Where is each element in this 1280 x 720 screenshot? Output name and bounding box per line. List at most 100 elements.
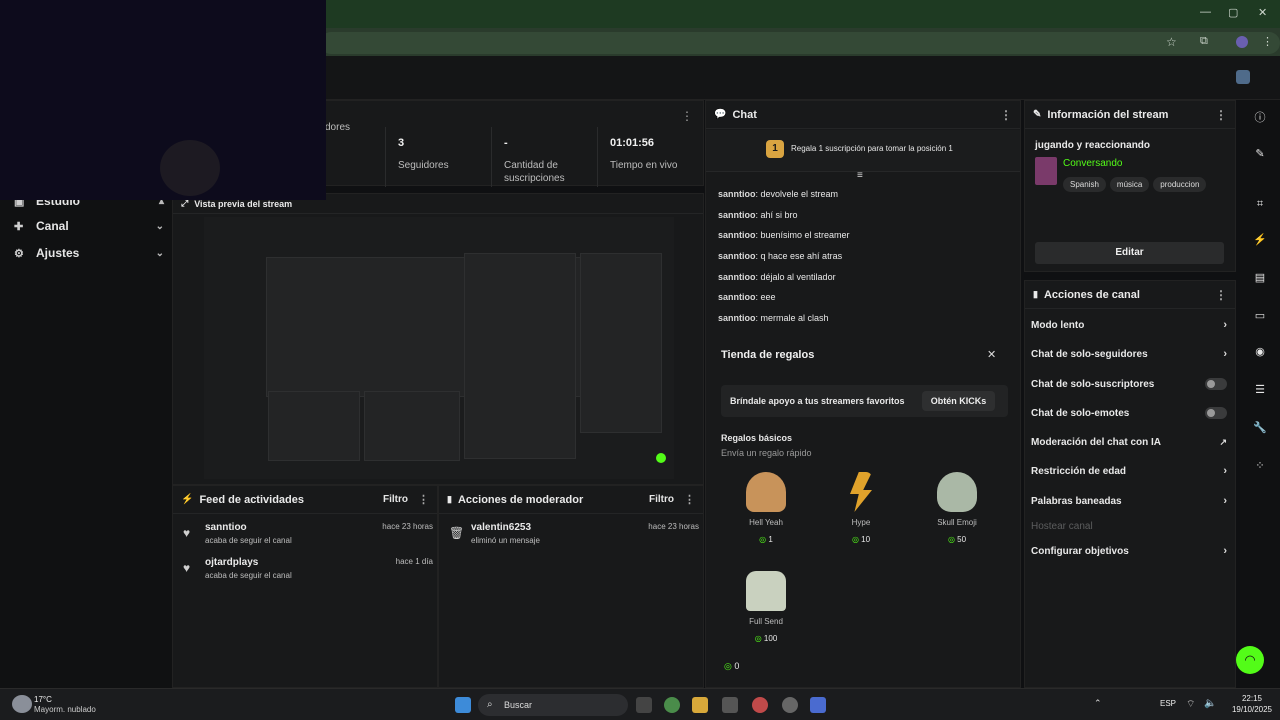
- store-icon[interactable]: [722, 697, 738, 713]
- profile-avatar[interactable]: [1236, 36, 1248, 48]
- heart-icon: ♥: [183, 526, 191, 540]
- help-chat-button[interactable]: ◠: [1236, 646, 1264, 674]
- address-bar[interactable]: [320, 32, 1280, 54]
- mod-actions-panel: ▮ Acciones de moderador Filtro ⋮ 🗑 valentin6…: [438, 485, 704, 688]
- chevron-right-icon: ›: [1223, 545, 1227, 557]
- stat-followers: 3 Seguidores: [385, 127, 491, 187]
- volume-icon[interactable]: 🔈: [1204, 698, 1216, 709]
- trash-icon: 🗑: [449, 526, 465, 540]
- lightning-icon: [850, 472, 872, 512]
- close-icon[interactable]: ✕: [987, 348, 996, 361]
- nav-item-canal[interactable]: ✚ Canal ⌄: [14, 215, 164, 237]
- action-moderacion-ia[interactable]: Moderación del chat con IA ↗: [1031, 432, 1227, 452]
- stream-preview-video[interactable]: [204, 217, 674, 479]
- toggle-switch[interactable]: [1205, 378, 1227, 390]
- language-indicator[interactable]: ESP: [1160, 699, 1176, 708]
- get-kicks-button[interactable]: Obtén KICKs: [922, 391, 995, 411]
- stats-menu-icon[interactable]: ⋮: [681, 109, 693, 123]
- wifi-icon[interactable]: ⌔: [1186, 698, 1195, 711]
- action-restriccion-edad[interactable]: Restricción de edad ›: [1031, 461, 1227, 481]
- bolt-icon[interactable]: ⚡: [1252, 232, 1268, 248]
- mod-filter-button[interactable]: Filtro: [649, 494, 674, 505]
- kicks-coin-icon: ◎: [724, 661, 732, 671]
- stream-info-menu-icon[interactable]: ⋮: [1215, 108, 1227, 122]
- file-explorer-icon[interactable]: [692, 697, 708, 713]
- external-link-icon: ↗: [1219, 436, 1227, 447]
- bookmark-star-icon[interactable]: ☆: [1166, 35, 1177, 49]
- task-view-icon[interactable]: [636, 697, 652, 713]
- stat-live-time: 01:01:56 Tiempo en vivo: [597, 127, 703, 187]
- list-item: 🗑 valentin6253 eliminó un mensaje hace 23 h…: [449, 522, 699, 545]
- gift-section-subtitle: Envía un regalo rápido: [721, 448, 812, 458]
- channel-actions-menu-icon[interactable]: ⋮: [1215, 288, 1227, 302]
- action-palabras-baneadas[interactable]: Palabras baneadas ›: [1031, 491, 1227, 511]
- maximize-button[interactable]: ▢: [1228, 6, 1238, 19]
- action-solo-seguidores[interactable]: Chat de solo-seguidores ›: [1031, 344, 1227, 364]
- kicks-balance[interactable]: ◎ 0: [724, 661, 739, 672]
- grid-icon[interactable]: ⁘: [1252, 458, 1268, 474]
- chat-title: Chat: [732, 108, 757, 121]
- app-icon[interactable]: [810, 697, 826, 713]
- chrome-icon[interactable]: [664, 697, 680, 713]
- document-icon[interactable]: ▤: [1252, 270, 1268, 286]
- list-icon: ▮: [1033, 289, 1038, 299]
- gift-hell-yeah[interactable]: Hell Yeah ◎ 1: [731, 472, 801, 544]
- wrench-icon[interactable]: 🔧: [1252, 420, 1268, 436]
- gift-skull-emoji[interactable]: Skull Emoji ◎ 50: [922, 472, 992, 544]
- bolt-icon: ⚡: [181, 494, 194, 505]
- collapse-pinned-icon[interactable]: ≡: [857, 170, 863, 181]
- category-link[interactable]: Conversando: [1063, 158, 1122, 169]
- close-window-button[interactable]: ✕: [1258, 6, 1267, 19]
- mod-title: Acciones de moderador: [457, 493, 584, 506]
- stat-subscriptions: - Cantidad de suscripciones: [491, 127, 597, 187]
- feed-filter-button[interactable]: Filtro: [383, 494, 408, 505]
- gift-hype[interactable]: Hype ◎ 10: [826, 472, 896, 544]
- feed-menu-icon[interactable]: ⋮: [418, 493, 429, 506]
- list-icon[interactable]: ☰: [1252, 382, 1268, 398]
- skull-icon: [937, 472, 977, 512]
- broadcast-icon[interactable]: ◉: [1252, 344, 1268, 360]
- extensions-icon[interactable]: ⧉: [1200, 35, 1208, 48]
- action-hostear-canal: Hostear canal: [1031, 520, 1093, 532]
- action-modo-lento[interactable]: Modo lento ›: [1031, 315, 1227, 335]
- focus-icon[interactable]: ⌗: [1252, 196, 1268, 212]
- list-icon: ▮: [447, 494, 452, 504]
- browser-menu-icon[interactable]: ⋮: [1262, 35, 1273, 48]
- gift-full-send[interactable]: Full Send ◎ 100: [731, 571, 801, 643]
- edit-button[interactable]: Editar: [1035, 242, 1224, 264]
- kicks-coin-icon: ◎: [754, 634, 762, 643]
- nav-item-ajustes[interactable]: ⚙ Ajustes ⌄: [14, 242, 164, 264]
- mod-menu-icon[interactable]: ⋮: [684, 493, 695, 506]
- action-configurar-objetivos[interactable]: Configurar objetivos ›: [1031, 541, 1227, 561]
- weather-temp: 17°C: [34, 695, 52, 704]
- chat-icon: 💬: [714, 109, 727, 120]
- taskbar-search[interactable]: Buscar: [478, 694, 628, 716]
- chat-message: sanntioo: eee: [718, 292, 776, 302]
- action-solo-emotes: Chat de solo-emotes: [1031, 403, 1227, 423]
- start-menu-icon[interactable]: [455, 697, 471, 713]
- activity-feed-panel: ⚡ Feed de actividades Filtro ⋮ ♥ sanntioo aca…: [172, 485, 438, 688]
- rock-hand-icon: [746, 472, 786, 512]
- pencil-icon[interactable]: ✎: [1252, 146, 1268, 162]
- minimize-button[interactable]: —: [1200, 6, 1211, 18]
- toggle-switch[interactable]: [1205, 407, 1227, 419]
- chat-message: sanntioo: buenísimo el streamer: [718, 230, 850, 240]
- feed-title: Feed de actividades: [199, 493, 304, 506]
- kicks-coin-icon: ◎: [947, 535, 955, 544]
- heart-icon: ♥: [183, 561, 191, 575]
- gear-icon: ⚙: [14, 247, 24, 260]
- clock-date[interactable]: 19/10/2025: [1222, 705, 1272, 714]
- pinned-rank-badge: 1: [766, 140, 784, 158]
- chat-message: sanntioo: q hace ese ahí atras: [718, 251, 843, 261]
- app-avatar[interactable]: [1236, 70, 1250, 84]
- channel-actions-panel: ▮ Acciones de canal ⋮: [1024, 280, 1236, 688]
- app-icon[interactable]: [752, 697, 768, 713]
- app-icon[interactable]: [782, 697, 798, 713]
- tray-chevron-icon[interactable]: ⌃: [1094, 698, 1102, 709]
- chat-icon[interactable]: ▭: [1252, 308, 1268, 324]
- tag-list: Spanish música produccion: [1063, 174, 1210, 192]
- tshirt-icon: [746, 571, 786, 611]
- info-icon[interactable]: ⓘ: [1252, 110, 1268, 126]
- chat-menu-icon[interactable]: ⋮: [1000, 108, 1012, 122]
- clock-time[interactable]: 22:15: [1222, 694, 1262, 703]
